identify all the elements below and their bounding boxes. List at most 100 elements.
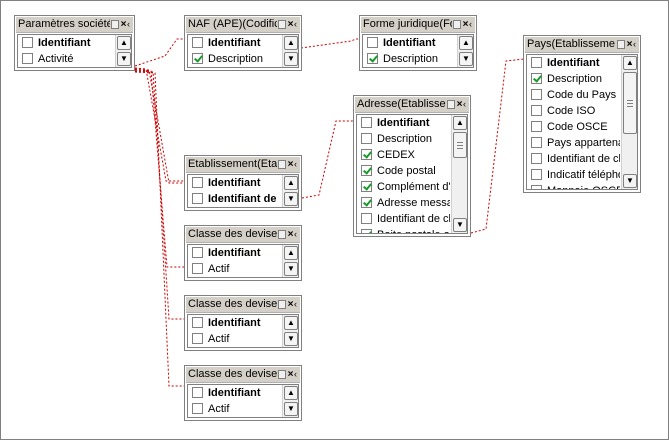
table-title-bar[interactable]: Etablissement(Etab × ‹ <box>186 157 300 173</box>
table-pays[interactable]: Pays(Etablisseme × ‹ Identifiant Description… <box>523 35 641 193</box>
field-row[interactable]: Description <box>527 71 620 87</box>
close-icon[interactable]: × <box>287 299 294 310</box>
scroll-up-arrow-icon[interactable]: ▲ <box>623 56 637 70</box>
query-designer-canvas[interactable]: Paramètres société(× ‹ Identifiant Activité… <box>0 0 669 440</box>
field-row[interactable]: Actif <box>188 331 281 347</box>
minimize-icon[interactable] <box>111 20 119 29</box>
field-row[interactable]: Identifiant <box>363 35 456 51</box>
scroll-up-arrow-icon[interactable]: ▲ <box>284 386 298 400</box>
table-parametres-societe[interactable]: Paramètres société(× ‹ Identifiant Activité… <box>14 15 135 71</box>
field-checkbox[interactable] <box>192 317 203 328</box>
field-checkbox[interactable] <box>367 37 378 48</box>
field-checkbox[interactable] <box>192 333 203 344</box>
field-row[interactable]: Code ISO <box>527 103 620 119</box>
vertical-scrollbar[interactable]: ▲ ▼ <box>282 35 298 67</box>
minimize-icon[interactable] <box>278 20 286 29</box>
field-checkbox[interactable] <box>531 121 542 132</box>
field-checkbox[interactable] <box>531 185 542 189</box>
field-checkbox[interactable] <box>192 193 203 204</box>
field-checkbox[interactable] <box>361 133 372 144</box>
field-row[interactable]: Code OSCE <box>527 119 620 135</box>
vertical-scrollbar[interactable]: ▲ ▼ <box>451 115 467 233</box>
field-checkbox[interactable] <box>367 53 378 64</box>
field-checkbox[interactable] <box>361 181 372 192</box>
field-checkbox[interactable] <box>531 105 542 116</box>
field-checkbox[interactable] <box>531 169 542 180</box>
table-naf-ape[interactable]: NAF (APE)(Codificat × ‹ Identifiant Descript… <box>184 15 302 71</box>
minimize-icon[interactable] <box>453 20 461 29</box>
field-checkbox[interactable] <box>192 263 203 274</box>
field-row[interactable]: Pays appartenan <box>527 135 620 151</box>
scroll-up-arrow-icon[interactable]: ▲ <box>117 36 131 50</box>
scroll-down-arrow-icon[interactable]: ▼ <box>284 192 298 206</box>
field-list[interactable]: Identifiant Actif ▲ ▼ <box>187 384 299 418</box>
field-row[interactable]: Identifiant <box>18 35 114 51</box>
scroll-down-arrow-icon[interactable]: ▼ <box>284 402 298 416</box>
minimize-icon[interactable] <box>278 230 286 239</box>
close-icon[interactable]: × <box>287 369 294 380</box>
field-row[interactable]: Boite postale ou <box>357 227 450 233</box>
field-row[interactable]: Identifiant <box>188 385 281 401</box>
field-checkbox[interactable] <box>192 403 203 414</box>
field-list[interactable]: Identifiant Activité ▲ ▼ <box>17 34 132 68</box>
field-checkbox[interactable] <box>192 37 203 48</box>
vertical-scrollbar[interactable]: ▲ ▼ <box>621 55 637 189</box>
close-icon[interactable]: × <box>287 229 294 240</box>
field-row[interactable]: Monnaie OSCE <box>527 183 620 189</box>
table-title-bar[interactable]: Classe des devises(× ‹ <box>186 227 300 243</box>
vertical-scrollbar[interactable]: ▲ ▼ <box>282 315 298 347</box>
field-row[interactable]: Identifiant <box>188 175 281 191</box>
table-classe-devises-3[interactable]: Classe des devises(× ‹ Identifiant Actif ▲ ▼ <box>184 365 302 421</box>
close-icon[interactable]: × <box>456 99 463 110</box>
field-checkbox[interactable] <box>361 117 372 128</box>
vertical-scrollbar[interactable]: ▲ ▼ <box>282 385 298 417</box>
field-row[interactable]: Identifiant de cla <box>527 151 620 167</box>
minimize-icon[interactable] <box>617 40 625 49</box>
vertical-scrollbar[interactable]: ▲ ▼ <box>457 35 473 67</box>
field-list[interactable]: Identifiant Identifiant de ▲ ▼ <box>187 174 299 208</box>
table-title-bar[interactable]: NAF (APE)(Codificat × ‹ <box>186 17 300 33</box>
field-list[interactable]: Identifiant Actif ▲ ▼ <box>187 314 299 348</box>
scroll-down-arrow-icon[interactable]: ▼ <box>453 218 467 232</box>
minimize-icon[interactable] <box>278 160 286 169</box>
close-icon[interactable]: × <box>287 19 294 30</box>
field-row[interactable]: Identifiant <box>188 315 281 331</box>
field-list[interactable]: Identifiant Actif ▲ ▼ <box>187 244 299 278</box>
scroll-up-arrow-icon[interactable]: ▲ <box>284 36 298 50</box>
scroll-thumb[interactable] <box>623 72 637 134</box>
field-checkbox[interactable] <box>361 229 372 233</box>
field-row[interactable]: Activité <box>18 51 114 67</box>
field-row[interactable]: Adresse messag <box>357 195 450 211</box>
minimize-icon[interactable] <box>278 300 286 309</box>
table-adresse[interactable]: Adresse(Etablissem × ‹ Identifiant Descripti… <box>353 95 471 237</box>
field-checkbox[interactable] <box>531 57 542 68</box>
field-checkbox[interactable] <box>531 73 542 84</box>
field-checkbox[interactable] <box>361 149 372 160</box>
table-title-bar[interactable]: Classe des devises(× ‹ <box>186 367 300 383</box>
field-row[interactable]: Code postal <box>357 163 450 179</box>
close-icon[interactable]: × <box>462 19 469 30</box>
scroll-up-arrow-icon[interactable]: ▲ <box>284 246 298 260</box>
field-checkbox[interactable] <box>531 137 542 148</box>
field-checkbox[interactable] <box>22 53 33 64</box>
field-row[interactable]: Identifiant <box>357 115 450 131</box>
field-list[interactable]: Identifiant Description ▲ ▼ <box>362 34 474 68</box>
minimize-icon[interactable] <box>278 370 286 379</box>
scroll-up-arrow-icon[interactable]: ▲ <box>284 176 298 190</box>
scroll-down-arrow-icon[interactable]: ▼ <box>284 52 298 66</box>
field-checkbox[interactable] <box>361 213 372 224</box>
field-row[interactable]: Identifiant <box>527 55 620 71</box>
close-icon[interactable]: × <box>287 159 294 170</box>
field-checkbox[interactable] <box>361 165 372 176</box>
minimize-icon[interactable] <box>447 100 455 109</box>
scroll-down-arrow-icon[interactable]: ▼ <box>284 262 298 276</box>
table-forme-juridique[interactable]: Forme juridique(For × ‹ Identifiant Descript… <box>359 15 477 71</box>
scroll-up-arrow-icon[interactable]: ▲ <box>453 116 467 130</box>
vertical-scrollbar[interactable]: ▲ ▼ <box>282 175 298 207</box>
field-checkbox[interactable] <box>192 387 203 398</box>
field-row[interactable]: Identifiant <box>188 35 281 51</box>
field-row[interactable]: Indicatif télépho <box>527 167 620 183</box>
table-title-bar[interactable]: Adresse(Etablissem × ‹ <box>355 97 469 113</box>
table-classe-devises-2[interactable]: Classe des devises(× ‹ Identifiant Actif ▲ ▼ <box>184 295 302 351</box>
scroll-thumb[interactable] <box>453 132 467 158</box>
